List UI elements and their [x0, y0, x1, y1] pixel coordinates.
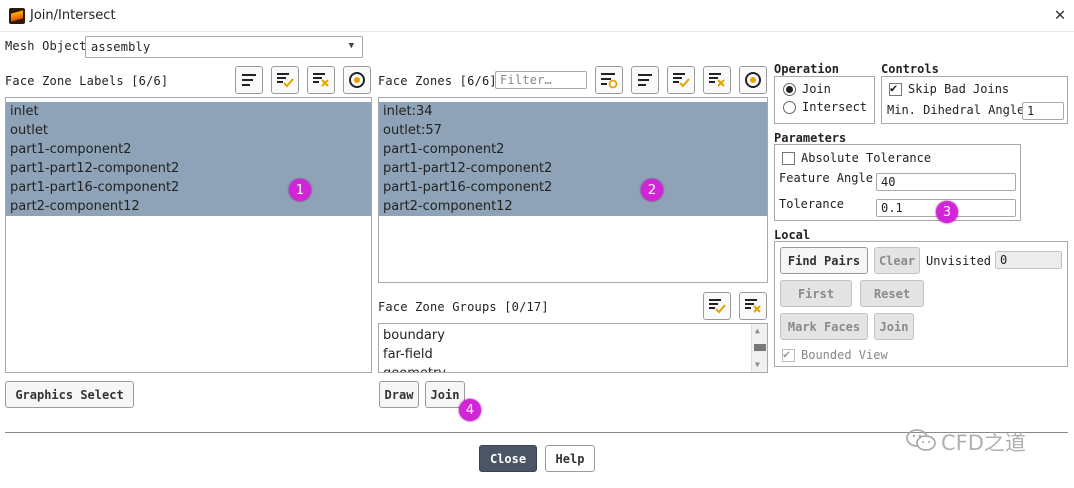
- select-all-button[interactable]: [271, 66, 299, 94]
- min-dihedral-label: Min. Dihedral Angle: [887, 103, 1025, 117]
- annotation-badge-3: 3: [936, 201, 958, 223]
- face-zone-labels-list[interactable]: inlet outlet part1-component2 part1-part…: [5, 97, 372, 373]
- draw-button[interactable]: Draw: [379, 381, 419, 408]
- deselect-all-button[interactable]: [307, 66, 335, 94]
- skip-bad-joins-checkbox[interactable]: [889, 81, 902, 96]
- scroll-down-icon[interactable]: ▼: [755, 360, 760, 369]
- sort-zones-button[interactable]: [631, 66, 659, 94]
- list-item[interactable]: far-field: [379, 345, 767, 364]
- list-item[interactable]: part1-component2: [6, 140, 371, 159]
- parameters-title: Parameters: [774, 131, 847, 145]
- bounded-view-checkbox[interactable]: [782, 347, 795, 362]
- intersect-radio-label: Intersect: [802, 100, 868, 114]
- face-zone-labels-header: Face Zone Labels [6/6]: [5, 74, 169, 88]
- deselect-all-zones-button[interactable]: [703, 66, 731, 94]
- face-zones-header: Face Zones [6/6]: [378, 74, 497, 88]
- unvisited-input: 0: [995, 251, 1062, 269]
- list-lines-icon: [242, 74, 256, 86]
- list-item[interactable]: inlet:34: [379, 102, 767, 121]
- reset-button[interactable]: Reset: [860, 280, 924, 307]
- scrollbar[interactable]: ▲ ▼: [751, 324, 767, 372]
- face-zone-groups-header: Face Zone Groups [0/17]: [378, 300, 549, 314]
- find-pairs-button[interactable]: Find Pairs: [780, 247, 868, 274]
- title-bar: [0, 0, 1074, 32]
- mesh-object-dropdown[interactable]: assembly ▼: [85, 36, 363, 58]
- select-all-icon: [673, 73, 690, 88]
- unvisited-label: Unvisited: [926, 254, 992, 268]
- absolute-tolerance-checkbox[interactable]: [782, 151, 795, 165]
- chevron-down-icon: ▼: [348, 41, 354, 51]
- highlight-button[interactable]: [343, 66, 371, 94]
- window-close-icon[interactable]: ✕: [1050, 4, 1070, 26]
- bounded-view-row[interactable]: Bounded View: [782, 347, 888, 362]
- local-join-button[interactable]: Join: [874, 313, 914, 340]
- list-item[interactable]: part1-part16-component2: [379, 178, 767, 197]
- sort-list-button[interactable]: [235, 66, 263, 94]
- help-button[interactable]: Help: [545, 445, 595, 472]
- select-all-icon: [277, 73, 294, 88]
- min-dihedral-input[interactable]: 1: [1022, 102, 1064, 120]
- select-all-zones-button[interactable]: [667, 66, 695, 94]
- deselect-all-groups-button[interactable]: [739, 292, 767, 320]
- feature-angle-label: Feature Angle: [779, 171, 873, 185]
- clear-button[interactable]: Clear: [874, 247, 920, 274]
- filter-list-icon: [601, 73, 618, 89]
- skip-bad-joins-label: Skip Bad Joins: [908, 82, 1010, 96]
- target-icon: [349, 72, 365, 88]
- list-item[interactable]: outlet: [6, 121, 371, 140]
- face-zone-groups-list[interactable]: boundary far-field geometry ▲ ▼: [378, 323, 768, 373]
- list-item[interactable]: part1-part12-component2: [379, 159, 767, 178]
- deselect-all-icon: [709, 73, 725, 87]
- operation-title: Operation: [774, 62, 840, 76]
- wechat-icon: [905, 427, 937, 453]
- select-all-groups-button[interactable]: [703, 292, 731, 320]
- annotation-badge-4: 4: [459, 399, 481, 421]
- join-radio-row[interactable]: Join: [783, 82, 831, 96]
- feature-angle-input[interactable]: 40: [876, 173, 1016, 191]
- list-item[interactable]: boundary: [379, 326, 767, 345]
- local-title: Local: [774, 228, 811, 242]
- bounded-view-label: Bounded View: [801, 348, 888, 362]
- list-item[interactable]: inlet: [6, 102, 371, 121]
- absolute-tolerance-row[interactable]: Absolute Tolerance: [782, 151, 931, 165]
- tolerance-label: Tolerance: [779, 197, 845, 211]
- list-item[interactable]: outlet:57: [379, 121, 767, 140]
- face-zones-list[interactable]: inlet:34 outlet:57 part1-component2 part…: [378, 97, 768, 283]
- watermark-text: CFD之道: [941, 431, 1026, 455]
- deselect-all-icon: [313, 73, 329, 87]
- window-title: Join/Intersect: [30, 8, 116, 23]
- fluent-app-icon: [9, 8, 25, 24]
- select-all-icon: [709, 299, 726, 314]
- join-radio[interactable]: [783, 82, 796, 96]
- join-radio-label: Join: [802, 82, 831, 96]
- first-button[interactable]: First: [780, 280, 852, 307]
- mesh-object-label: Mesh Object: [5, 39, 87, 53]
- mesh-object-value: assembly: [91, 40, 151, 54]
- filter-options-button[interactable]: [595, 66, 623, 94]
- list-item[interactable]: part1-part16-component2: [6, 178, 371, 197]
- highlight-zones-button[interactable]: [739, 66, 767, 94]
- graphics-select-button[interactable]: Graphics Select: [5, 381, 134, 408]
- list-lines-icon: [638, 74, 652, 86]
- intersect-radio[interactable]: [783, 100, 796, 114]
- mark-faces-button[interactable]: Mark Faces: [780, 313, 868, 340]
- close-button[interactable]: Close: [479, 445, 537, 472]
- list-item[interactable]: part2-component12: [379, 197, 767, 216]
- intersect-radio-row[interactable]: Intersect: [783, 100, 867, 114]
- absolute-tolerance-label: Absolute Tolerance: [801, 151, 932, 165]
- scroll-thumb[interactable]: [754, 344, 766, 351]
- annotation-badge-2: 2: [641, 179, 663, 201]
- list-item[interactable]: part2-component12: [6, 197, 371, 216]
- annotation-badge-1: 1: [289, 179, 311, 201]
- deselect-all-icon: [745, 299, 761, 313]
- filter-input[interactable]: Filter…: [495, 71, 587, 89]
- skip-bad-joins-row[interactable]: Skip Bad Joins: [889, 81, 1010, 96]
- join-button[interactable]: Join: [425, 381, 465, 408]
- list-item[interactable]: part1-component2: [379, 140, 767, 159]
- target-icon: [745, 72, 761, 88]
- list-item[interactable]: geometry: [379, 364, 767, 372]
- list-item[interactable]: part1-part12-component2: [6, 159, 371, 178]
- scroll-up-icon[interactable]: ▲: [755, 326, 760, 335]
- controls-title: Controls: [881, 62, 939, 76]
